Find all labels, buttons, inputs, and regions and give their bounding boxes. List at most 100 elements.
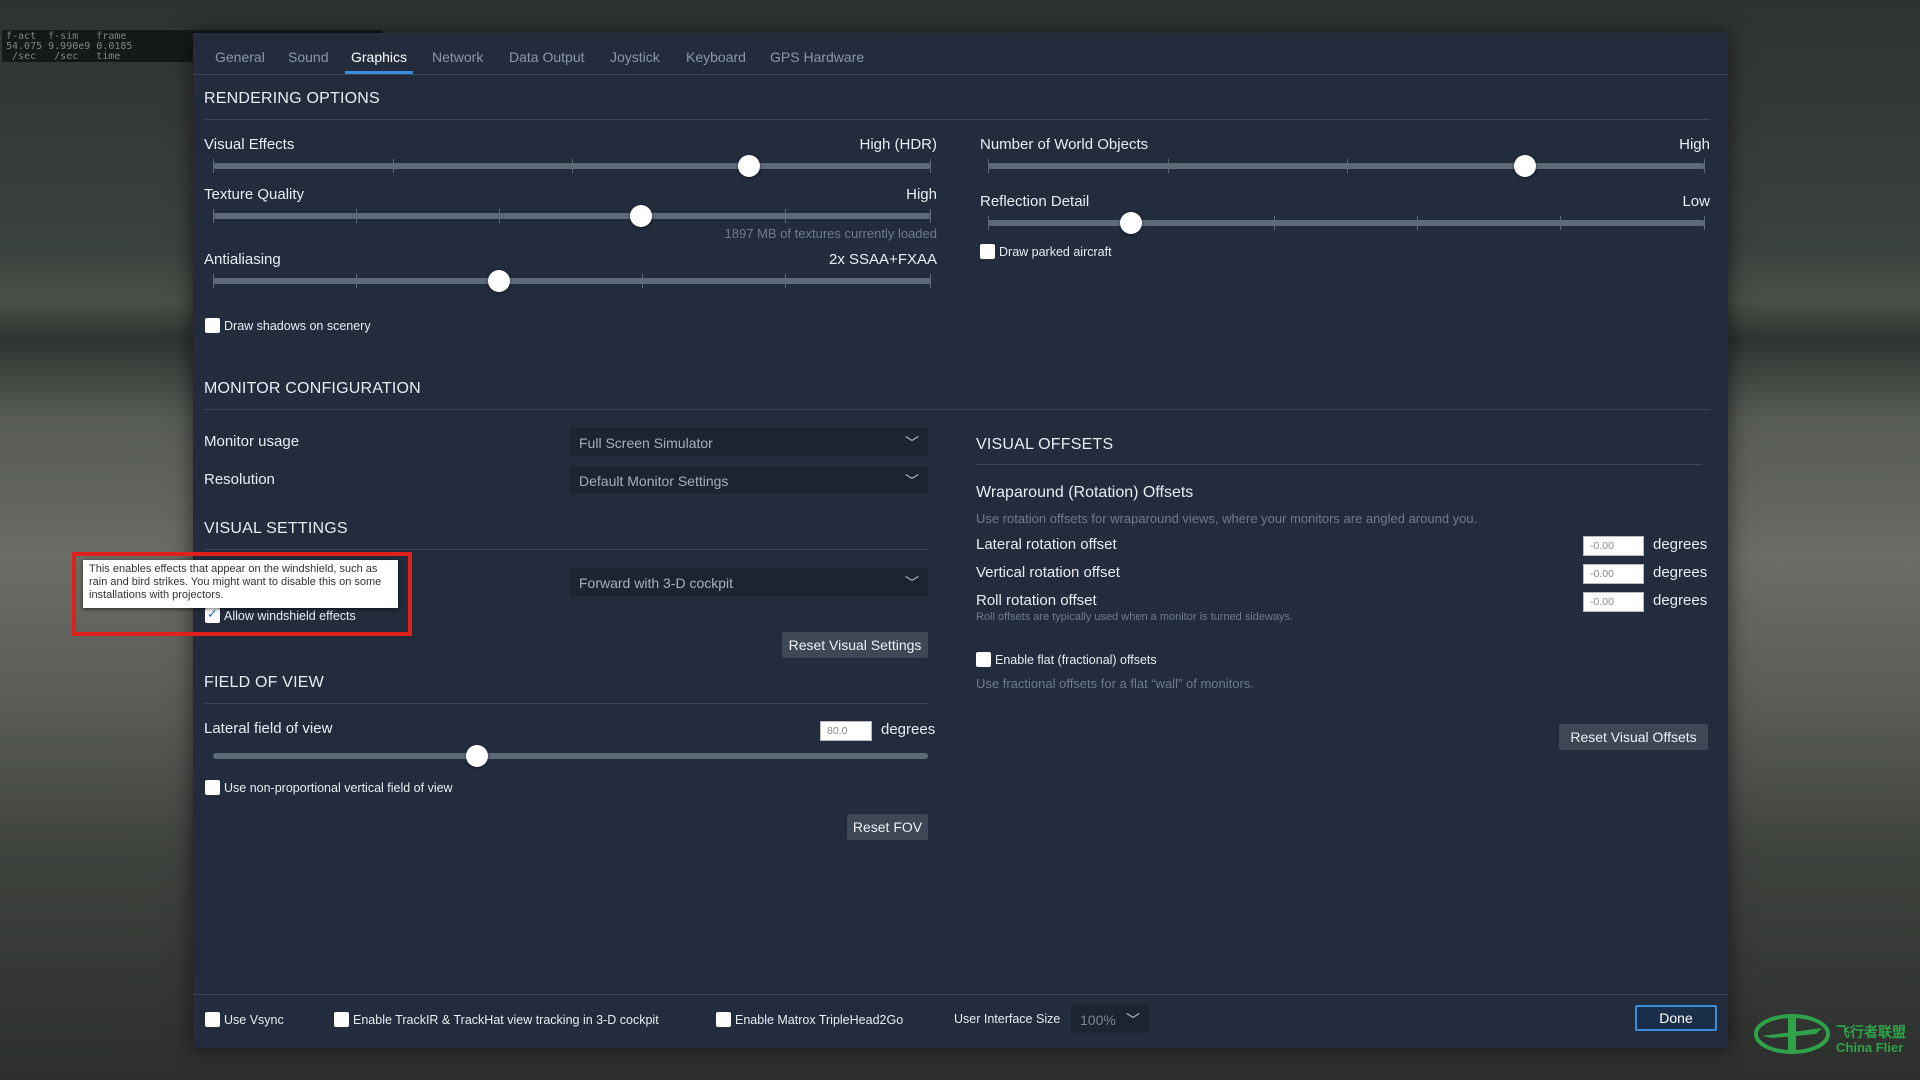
texture-quality-knob[interactable] <box>630 205 652 227</box>
lateral-fov-unit: degrees <box>881 721 936 738</box>
tab-general[interactable]: General <box>215 49 265 65</box>
visual-offsets-divider <box>976 464 1702 465</box>
monitor-usage-value: Full Screen Simulator <box>579 435 713 451</box>
tab-joystick[interactable]: Joystick <box>610 49 660 65</box>
slider-tick <box>930 159 931 173</box>
active-tab-indicator <box>345 71 413 74</box>
draw-shadows-checkbox[interactable] <box>205 318 220 333</box>
reset-visual-offsets-button[interactable]: Reset Visual Offsets <box>1559 724 1708 750</box>
draw-parked-aircraft-checkbox[interactable] <box>980 244 995 259</box>
lateral-fov-label: Lateral field of view <box>204 720 333 737</box>
tab-gps-hardware[interactable]: GPS Hardware <box>770 49 864 65</box>
reflection-detail-knob[interactable] <box>1120 212 1142 234</box>
tab-keyboard[interactable]: Keyboard <box>686 49 746 65</box>
reset-fov-button[interactable]: Reset FOV <box>847 814 928 840</box>
trackir-checkbox[interactable] <box>334 1012 349 1027</box>
watermark-cn-text: 飞行者联盟 <box>1836 1024 1906 1040</box>
slider-track <box>988 220 1705 226</box>
slider-tick <box>213 209 214 223</box>
slider-track <box>213 278 931 284</box>
lateral-rotation-input[interactable]: -0.00 <box>1583 536 1644 556</box>
rendering-options-title: RENDERING OPTIONS <box>204 90 380 107</box>
roll-rotation-input[interactable]: -0.00 <box>1583 592 1644 612</box>
slider-tick <box>988 216 989 230</box>
settings-dialog: General Sound Graphics Network Data Outp… <box>193 33 1728 1048</box>
field-of-view-title: FIELD OF VIEW <box>204 674 324 691</box>
non-proportional-fov-label: Use non-proportional vertical field of v… <box>224 781 453 795</box>
slider-tick <box>1704 159 1705 173</box>
non-proportional-fov-checkbox[interactable] <box>205 780 220 795</box>
visual-settings-title: VISUAL SETTINGS <box>204 520 348 537</box>
resolution-dropdown[interactable]: Default Monitor Settings ﹀ <box>570 466 928 494</box>
slider-tick <box>1704 216 1705 230</box>
reset-visual-settings-button[interactable]: Reset Visual Settings <box>782 632 928 658</box>
flat-offsets-checkbox[interactable] <box>976 652 991 667</box>
world-objects-knob[interactable] <box>1514 155 1536 177</box>
cockpit-view-value: Forward with 3-D cockpit <box>579 575 734 591</box>
visual-effects-knob[interactable] <box>738 155 760 177</box>
roll-rotation-unit: degrees <box>1653 592 1708 609</box>
wraparound-offsets-subtitle: Wraparound (Rotation) Offsets <box>976 484 1194 501</box>
monitor-usage-dropdown[interactable]: Full Screen Simulator ﹀ <box>570 428 928 456</box>
matrox-label: Enable Matrox TripleHead2Go <box>735 1013 904 1027</box>
tab-sound[interactable]: Sound <box>288 49 328 65</box>
roll-rotation-label: Roll rotation offset <box>976 592 1097 609</box>
visual-offsets-title: VISUAL OFFSETS <box>976 436 1114 453</box>
draw-shadows-label: Draw shadows on scenery <box>224 319 371 333</box>
cockpit-view-dropdown[interactable]: Forward with 3-D cockpit ﹀ <box>570 568 928 596</box>
chevron-down-icon: ﹀ <box>905 575 919 591</box>
chevron-down-icon: ﹀ <box>905 435 919 451</box>
watermark-en-text: China Flier <box>1836 1040 1904 1055</box>
texture-memory-note: 1897 MB of textures currently loaded <box>724 226 937 241</box>
slider-tick <box>930 274 931 288</box>
visual-effects-label: Visual Effects <box>204 136 295 153</box>
ui-size-label: User Interface Size <box>954 1012 1061 1026</box>
slider-tick <box>356 209 357 223</box>
antialiasing-knob[interactable] <box>488 270 510 292</box>
chevron-down-icon: ﹀ <box>1126 1012 1140 1028</box>
lateral-fov-input[interactable]: 80.0 <box>820 721 872 741</box>
texture-quality-value: High <box>906 186 937 203</box>
tab-network[interactable]: Network <box>432 49 483 65</box>
draw-parked-aircraft-label: Draw parked aircraft <box>999 245 1112 259</box>
tab-data-output[interactable]: Data Output <box>509 49 585 65</box>
flat-offsets-label: Enable flat (fractional) offsets <box>995 653 1157 667</box>
slider-tick <box>988 159 989 173</box>
slider-tick <box>213 159 214 173</box>
vsync-label: Use Vsync <box>224 1013 284 1027</box>
monitor-usage-label: Monitor usage <box>204 433 300 450</box>
annotation-highlight-box <box>72 552 412 636</box>
reflection-detail-label: Reflection Detail <box>980 193 1090 210</box>
visual-settings-divider <box>204 549 928 550</box>
chevron-down-icon: ﹀ <box>905 473 919 489</box>
resolution-label: Resolution <box>204 471 275 488</box>
tab-graphics[interactable]: Graphics <box>351 49 407 65</box>
matrox-checkbox[interactable] <box>716 1012 731 1027</box>
slider-tick <box>356 274 357 288</box>
slider-track <box>213 213 931 219</box>
flat-offsets-note: Use fractional offsets for a flat “wall”… <box>976 676 1254 691</box>
vertical-rotation-label: Vertical rotation offset <box>976 564 1120 581</box>
antialiasing-value: 2x SSAA+FXAA <box>829 251 937 268</box>
lateral-fov-knob[interactable] <box>466 745 488 767</box>
rendering-divider <box>204 119 1710 120</box>
trackir-label: Enable TrackIR & TrackHat view tracking … <box>353 1013 659 1027</box>
slider-tick <box>572 159 573 173</box>
fov-divider <box>204 703 928 704</box>
ui-size-value: 100% <box>1080 1012 1116 1028</box>
wraparound-description: Use rotation offsets for wraparound view… <box>976 511 1478 526</box>
slider-tick <box>1417 216 1418 230</box>
resolution-value: Default Monitor Settings <box>579 473 729 489</box>
world-objects-value: High <box>1679 136 1710 153</box>
slider-tick <box>393 159 394 173</box>
slider-tick <box>785 209 786 223</box>
monitor-divider <box>204 409 1710 410</box>
slider-tick <box>642 274 643 288</box>
ui-size-dropdown[interactable]: 100% ﹀ <box>1071 1005 1149 1033</box>
slider-tick <box>1274 216 1275 230</box>
vertical-rotation-input[interactable]: -0.00 <box>1583 564 1644 584</box>
visual-effects-value: High (HDR) <box>859 136 937 153</box>
lateral-rotation-unit: degrees <box>1653 536 1708 553</box>
vsync-checkbox[interactable] <box>205 1012 220 1027</box>
done-button[interactable]: Done <box>1635 1005 1717 1031</box>
